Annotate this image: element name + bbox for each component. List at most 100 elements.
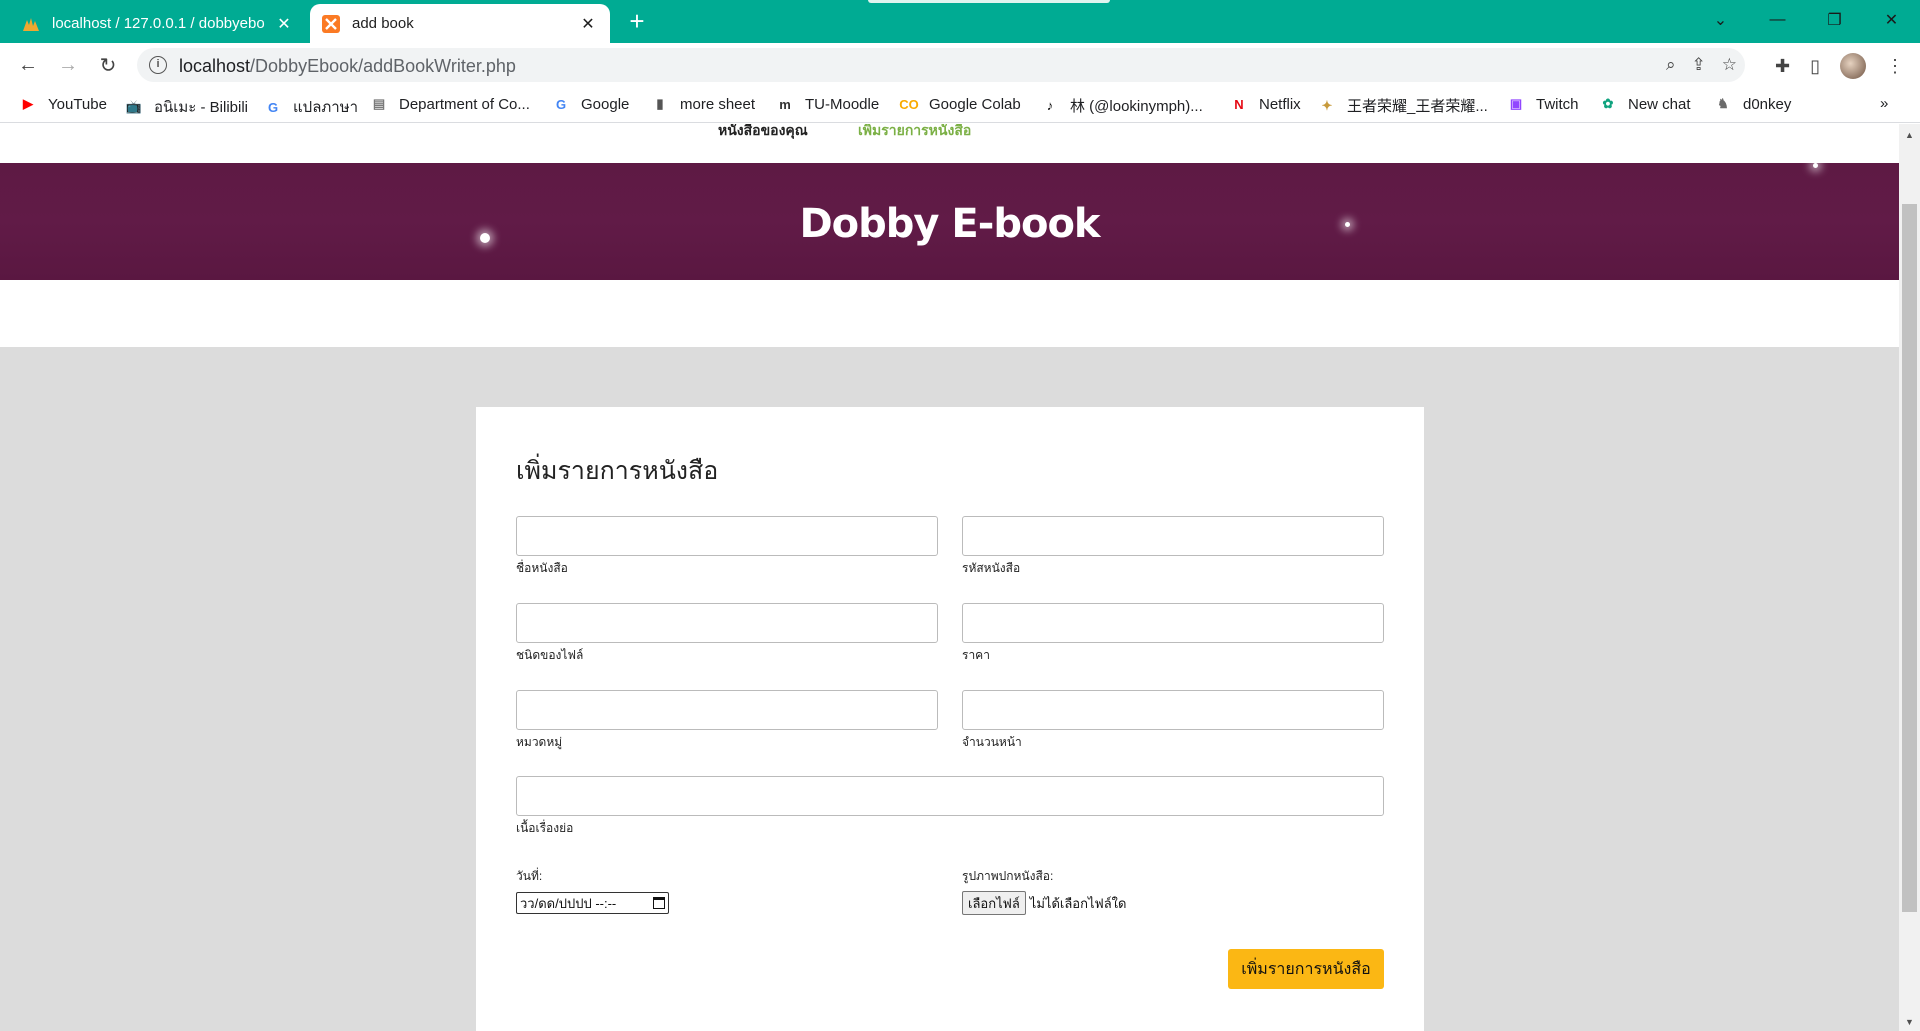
tiktok-icon: ♪ bbox=[1046, 98, 1054, 113]
scrollbar-thumb[interactable] bbox=[1902, 204, 1917, 912]
file-status-text: ไม่ได้เลือกไฟล์ใด bbox=[1029, 895, 1127, 911]
reload-button[interactable]: ↻ bbox=[94, 51, 122, 79]
bookmark-game[interactable]: ✦ 王者荣耀_王者荣耀... bbox=[1317, 95, 1488, 116]
forward-button[interactable]: → bbox=[54, 51, 82, 79]
bookmark-label: YouTube bbox=[48, 95, 107, 113]
more-bookmarks-button[interactable]: » bbox=[1880, 95, 1888, 112]
date-label: วันที่: bbox=[516, 869, 543, 883]
tab-close-icon[interactable]: ✕ bbox=[274, 14, 294, 34]
tab-add-book[interactable]: add book ✕ bbox=[310, 4, 610, 43]
site-info-icon[interactable]: i bbox=[149, 56, 167, 74]
choose-file-button[interactable]: เลือกไฟล์ bbox=[962, 891, 1026, 915]
page-scrollbar[interactable]: ▲ ▼ bbox=[1899, 124, 1920, 1031]
netflix-icon: N bbox=[1234, 96, 1244, 112]
titlebar-notch bbox=[868, 0, 1110, 3]
pages-input[interactable] bbox=[962, 690, 1384, 730]
book-name-field: ชื่อหนังสือ bbox=[516, 516, 938, 578]
bookmark-label: New chat bbox=[1628, 95, 1691, 113]
bookmark-translate[interactable]: G แปลภาษา bbox=[263, 95, 358, 119]
scroll-down-arrow[interactable]: ▼ bbox=[1899, 1013, 1920, 1031]
bookmark-label: Twitch bbox=[1536, 95, 1579, 113]
menu-icon[interactable]: ⋮ bbox=[1886, 56, 1904, 77]
restore-button[interactable]: ❐ bbox=[1806, 0, 1863, 40]
pages-field: จำนวนหน้า bbox=[962, 690, 1384, 752]
bookmark-twitch[interactable]: ▣ Twitch bbox=[1506, 95, 1579, 113]
bookmark-donkey[interactable]: ♞ d0nkey bbox=[1713, 95, 1791, 113]
tab-search-icon[interactable]: ⌄ bbox=[1692, 0, 1749, 40]
game-icon: ✦ bbox=[1321, 97, 1333, 113]
zoom-icon[interactable]: ⌕ bbox=[1666, 55, 1676, 75]
window-controls: ⌄ — ❐ ✕ bbox=[1692, 0, 1920, 40]
book-code-input[interactable] bbox=[962, 516, 1384, 556]
file-type-label: ชนิดของไฟล์ bbox=[516, 648, 584, 662]
date-input[interactable]: วว/ดด/ปปปป --:-- bbox=[516, 892, 669, 914]
sparkle-decoration bbox=[1813, 163, 1818, 168]
omnibox-actions: ⌕ ⇪ ☆ bbox=[1666, 55, 1737, 75]
moodle-icon: m bbox=[779, 96, 791, 112]
pages-label: จำนวนหน้า bbox=[962, 735, 1022, 749]
file-type-input[interactable] bbox=[516, 603, 938, 643]
address-bar[interactable]: i localhost/DobbyEbook/addBookWriter.php… bbox=[137, 48, 1745, 82]
youtube-icon: ▶ bbox=[23, 96, 33, 111]
close-window-button[interactable]: ✕ bbox=[1863, 0, 1920, 40]
bilibili-icon: 📺 bbox=[125, 99, 143, 114]
file-type-field: ชนิดของไฟล์ bbox=[516, 603, 938, 665]
share-icon[interactable]: ⇪ bbox=[1692, 55, 1706, 75]
bookmark-tiktok[interactable]: ♪ 林 (@lookinymph)... bbox=[1040, 95, 1203, 116]
phpmyadmin-icon bbox=[22, 15, 40, 33]
synopsis-label: เนื้อเรื่องย่อ bbox=[516, 821, 574, 835]
tab-close-icon[interactable]: ✕ bbox=[578, 14, 598, 34]
bookmark-department[interactable]: ▤ Department of Co... bbox=[369, 95, 530, 113]
synopsis-field: เนื้อเรื่องย่อ bbox=[516, 776, 1384, 838]
side-panel-icon[interactable]: ▯ bbox=[1810, 56, 1820, 77]
bookmark-label: TU-Moodle bbox=[805, 95, 880, 113]
bookmark-moodle[interactable]: m TU-Moodle bbox=[775, 95, 879, 113]
bookmark-bilibili[interactable]: 📺 อนิเมะ - Bilibili bbox=[124, 95, 248, 119]
scroll-up-arrow[interactable]: ▲ bbox=[1899, 126, 1920, 144]
book-code-field: รหัสหนังสือ bbox=[962, 516, 1384, 578]
bookmark-sheet[interactable]: ▮ more sheet bbox=[650, 95, 755, 113]
bookmark-youtube[interactable]: ▶ YouTube bbox=[18, 95, 107, 113]
bookmark-label: Department of Co... bbox=[399, 95, 530, 113]
date-placeholder: วว/ดด/ปปปป --:-- bbox=[520, 895, 617, 911]
profile-avatar[interactable] bbox=[1840, 53, 1866, 79]
url-host: localhost bbox=[179, 56, 251, 76]
bookmark-google[interactable]: G Google bbox=[551, 95, 629, 113]
book-name-label: ชื่อหนังสือ bbox=[516, 561, 568, 575]
extensions-icon[interactable]: ✚ bbox=[1775, 56, 1790, 77]
spacer-band bbox=[0, 280, 1899, 347]
bookmark-star-icon[interactable]: ☆ bbox=[1722, 55, 1737, 75]
price-input[interactable] bbox=[962, 603, 1384, 643]
tab-title: localhost / 127.0.0.1 / dobbyebo bbox=[52, 15, 265, 32]
calendar-icon[interactable] bbox=[653, 897, 665, 909]
book-code-label: รหัสหนังสือ bbox=[962, 561, 1021, 575]
add-book-submit-button[interactable]: เพิ่มรายการหนังสือ bbox=[1228, 949, 1384, 989]
add-book-form: เพิ่มรายการหนังสือ ชื่อหนังสือ รหัสหนังส… bbox=[476, 407, 1424, 1031]
nav-link-add-book[interactable]: เพิ่มรายการหนังสือ bbox=[858, 124, 971, 142]
synopsis-input[interactable] bbox=[516, 776, 1384, 816]
bookmark-label: d0nkey bbox=[1743, 95, 1792, 113]
bookmark-label: แปลภาษา bbox=[293, 99, 359, 116]
price-field: ราคา bbox=[962, 603, 1384, 665]
bookmark-label: 王者荣耀_王者荣耀... bbox=[1347, 98, 1488, 115]
xampp-icon bbox=[322, 14, 340, 33]
nav-link-your-books[interactable]: หนังสือของคุณ bbox=[718, 124, 808, 142]
bookmark-openai[interactable]: ✿ New chat bbox=[1598, 95, 1691, 113]
category-field: หมวดหมู่ bbox=[516, 690, 938, 752]
bookmark-netflix[interactable]: N Netflix bbox=[1229, 95, 1300, 113]
bookmark-colab[interactable]: CO Google Colab bbox=[899, 95, 1020, 113]
site-nav: หนังสือของคุณ เพิ่มรายการหนังสือ bbox=[0, 124, 1899, 163]
category-label: หมวดหมู่ bbox=[516, 735, 563, 749]
url-text[interactable]: localhost/DobbyEbook/addBookWriter.php bbox=[179, 56, 516, 77]
bookmarks-bar: » ▶ YouTube 📺 อนิเมะ - Bilibili G แปลภาษา ▤ Dep… bbox=[0, 87, 1920, 123]
back-button[interactable]: ← bbox=[14, 51, 42, 79]
category-input[interactable] bbox=[516, 690, 938, 730]
book-name-input[interactable] bbox=[516, 516, 938, 556]
new-tab-button[interactable]: + bbox=[623, 8, 651, 36]
tab-phpmyadmin[interactable]: localhost / 127.0.0.1 / dobbyebo ✕ bbox=[10, 4, 306, 43]
hero-banner: Dobby E-book bbox=[0, 163, 1899, 280]
bookmark-label: more sheet bbox=[680, 95, 756, 113]
minimize-button[interactable]: — bbox=[1749, 0, 1806, 40]
twitch-icon: ▣ bbox=[1509, 96, 1523, 111]
translate-icon: G bbox=[267, 99, 279, 115]
